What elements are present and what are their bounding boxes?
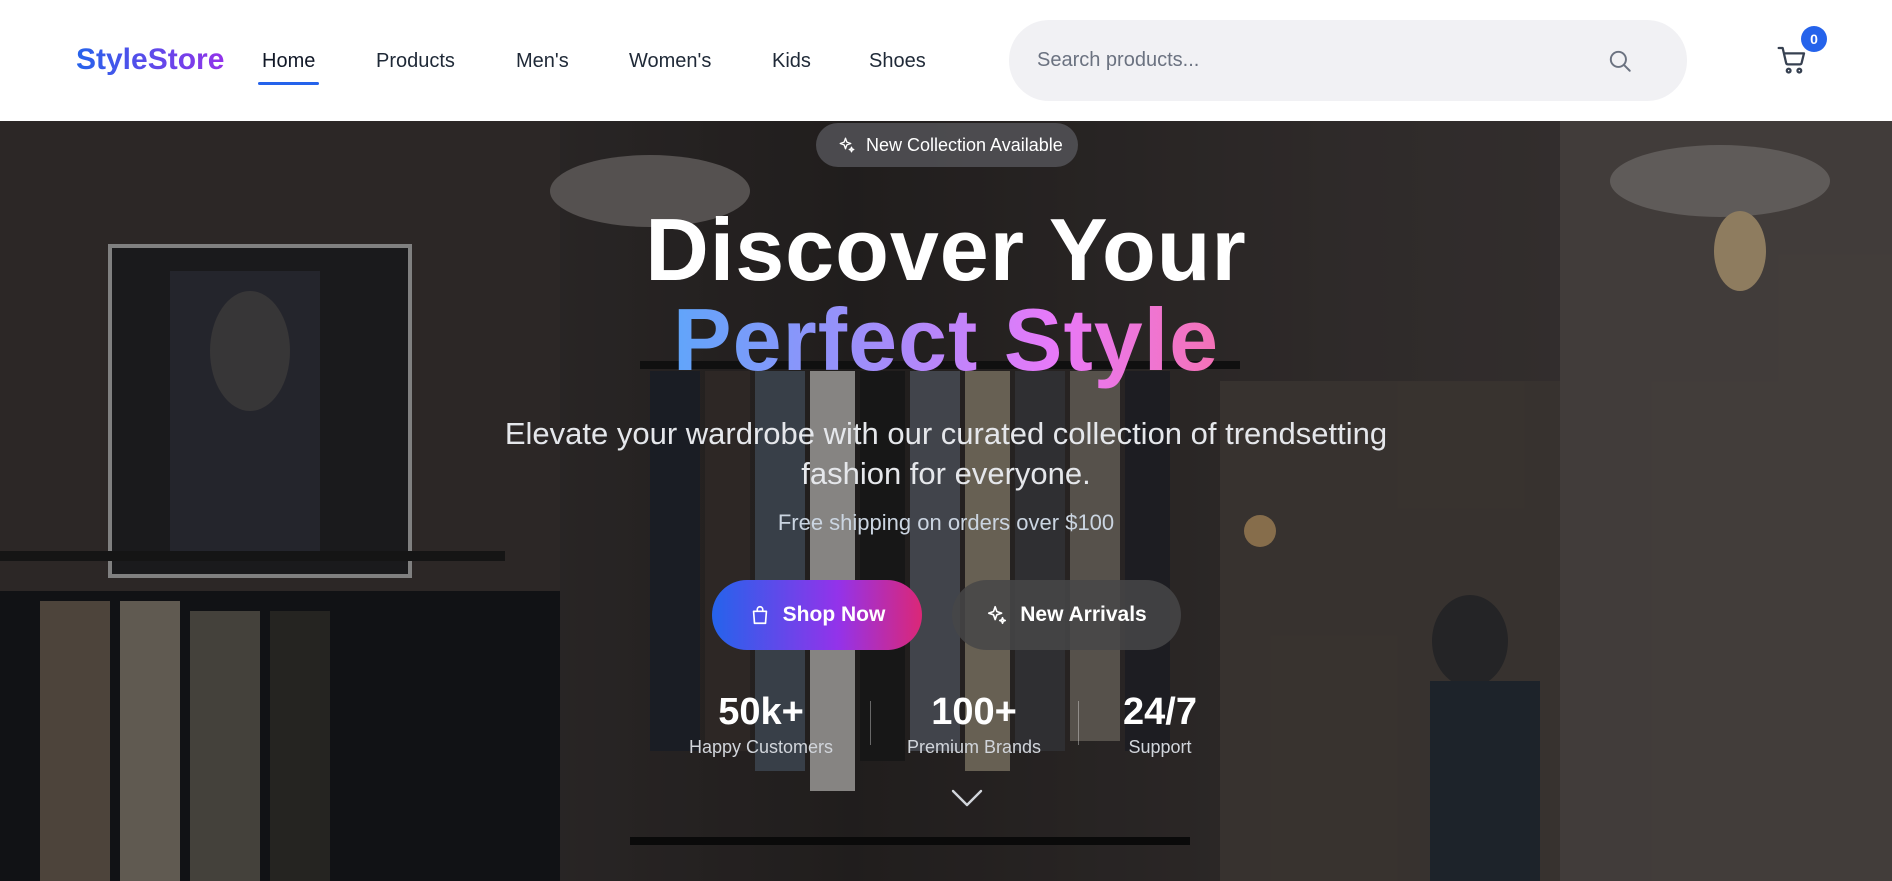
hero-section: New Collection Available Discover Your P… — [0, 121, 1892, 881]
shopping-bag-icon — [752, 605, 767, 625]
new-arrivals-button[interactable]: New Arrivals — [952, 580, 1181, 650]
stat-label: Happy Customers — [688, 737, 834, 757]
cart-icon[interactable] — [1776, 44, 1808, 76]
nav-item-products[interactable]: Products — [376, 50, 455, 73]
site-header: StyleStore Home Products Men's Women's K… — [0, 0, 1892, 121]
stat-value: 100+ — [931, 691, 1017, 733]
stat-customers: 50k+ Happy Customers — [681, 691, 841, 758]
hero-title-gradient-text: Perfect Style — [672, 290, 1220, 389]
hero-subtitle: Elevate your wardrobe with our curated c… — [504, 416, 1388, 491]
stat-support: 24/7 Support — [1100, 691, 1220, 758]
stat-label: Premium Brands — [906, 737, 1042, 757]
stat-divider — [1078, 701, 1079, 745]
stat-brands: 100+ Premium Brands — [899, 691, 1049, 758]
active-nav-underline — [258, 82, 320, 85]
logo[interactable]: StyleStore — [76, 43, 224, 77]
stat-value: 50k+ — [718, 691, 804, 733]
sparkle-icon — [839, 137, 855, 153]
nav-item-kids[interactable]: Kids — [772, 50, 811, 73]
hero-title-line1: Discover Your — [645, 200, 1247, 299]
collection-badge: New Collection Available — [816, 123, 1078, 167]
stat-value: 24/7 — [1123, 691, 1197, 733]
nav-item-home[interactable]: Home — [258, 50, 320, 85]
stat-label: Support — [1128, 737, 1192, 757]
search-bar — [1009, 20, 1687, 101]
search-icon[interactable] — [1607, 48, 1633, 74]
cart-count-badge: 0 — [1801, 26, 1827, 52]
shipping-note: Free shipping on orders over $100 — [777, 510, 1115, 535]
hero-title-line2: Perfect Style — [0, 289, 1892, 391]
search-input[interactable] — [1037, 42, 1597, 78]
shop-now-button[interactable]: Shop Now — [712, 580, 922, 650]
shop-now-label: Shop Now — [782, 603, 886, 626]
sparkle-icon — [988, 605, 1007, 625]
nav-item-shoes[interactable]: Shoes — [869, 50, 926, 73]
nav-item-womens[interactable]: Women's — [629, 50, 711, 73]
nav-label: Home — [262, 50, 316, 72]
stat-divider — [870, 701, 871, 745]
nav-item-mens[interactable]: Men's — [516, 50, 569, 73]
new-arrivals-label: New Arrivals — [1020, 603, 1147, 626]
chevron-down-icon[interactable] — [950, 787, 984, 809]
badge-label: New Collection Available — [866, 134, 1063, 155]
